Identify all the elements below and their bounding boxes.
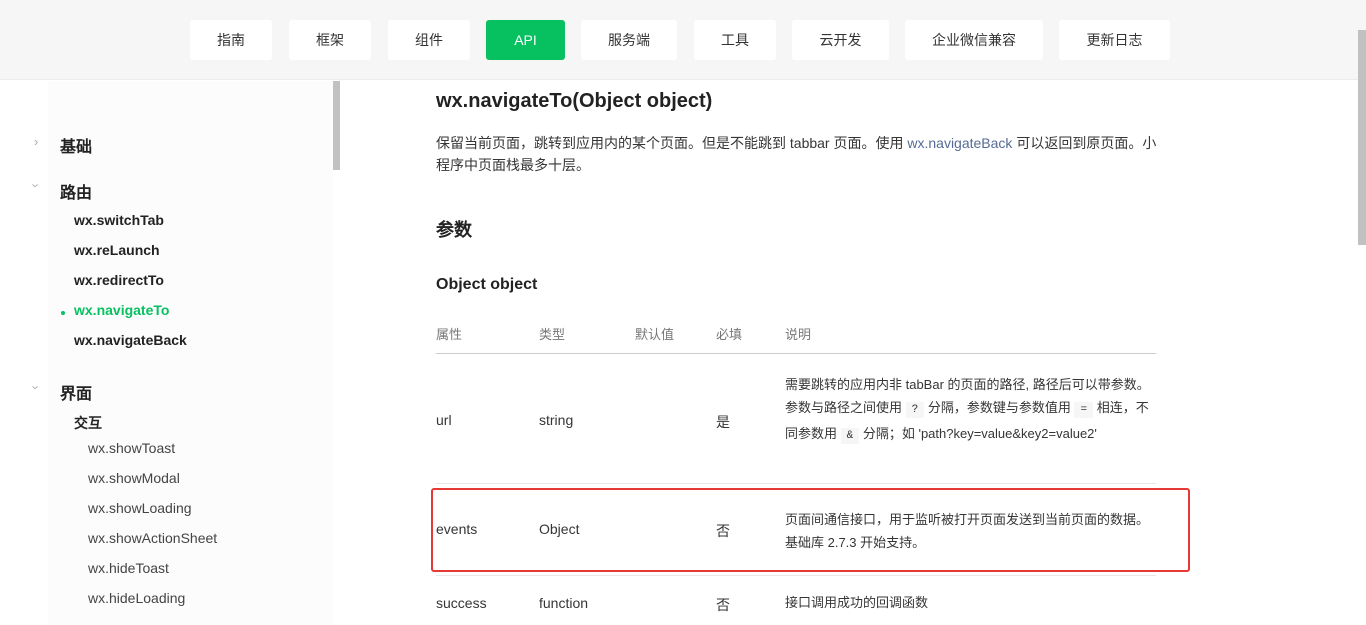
cell-name: success — [436, 595, 487, 611]
sidebar-item-navigateto[interactable]: wx.navigateTo — [74, 302, 169, 318]
sidebar-item-hideloading[interactable]: wx.hideLoading — [88, 590, 185, 606]
page-scrollbar[interactable] — [1358, 30, 1366, 245]
nav-components[interactable]: 组件 — [388, 20, 470, 60]
cell-required: 是 — [716, 414, 730, 430]
sidebar-item-showactionsheet[interactable]: wx.showActionSheet — [88, 530, 217, 546]
col-header-required: 必填 — [716, 327, 743, 342]
header-divider — [436, 353, 1156, 354]
active-dot-icon — [61, 311, 65, 315]
sidebar-item-showtoast[interactable]: wx.showToast — [88, 440, 175, 456]
sidebar-item-redirectto[interactable]: wx.redirectTo — [74, 272, 164, 288]
desc-text: 保留当前页面，跳转到应用内的某个页面。但是不能跳到 tabbar 页面。使用 — [436, 135, 908, 151]
nav-framework[interactable]: 框架 — [289, 20, 371, 60]
col-header-type: 类型 — [539, 327, 566, 342]
cell-description: 需要跳转的应用内非 tabBar 的页面的路径, 路径后可以带参数。参数与路径之… — [785, 373, 1160, 448]
chevron-down-icon[interactable]: › — [29, 385, 44, 389]
sidebar-subgroup-interaction[interactable]: 交互 — [74, 413, 102, 433]
sidebar-item-relaunch[interactable]: wx.reLaunch — [74, 242, 160, 258]
nav-api[interactable]: API — [486, 20, 565, 60]
code-snippet: = — [1074, 402, 1094, 418]
row-divider — [436, 575, 1156, 576]
sidebar-scrollbar[interactable] — [333, 81, 340, 170]
nav-guide[interactable]: 指南 — [190, 20, 272, 60]
code-snippet: & — [840, 428, 860, 444]
col-header-property: 属性 — [436, 327, 463, 342]
col-header-default: 默认值 — [635, 327, 675, 342]
sidebar-item-hidetoast[interactable]: wx.hideToast — [88, 560, 169, 576]
col-header-description: 说明 — [785, 327, 812, 342]
sidebar-item-showloading[interactable]: wx.showLoading — [88, 500, 192, 516]
nav-wecom[interactable]: 企业微信兼容 — [905, 20, 1043, 60]
cell-type: string — [539, 412, 574, 428]
nav-tools[interactable]: 工具 — [694, 20, 776, 60]
cell-description: 接口调用成功的回调函数 — [785, 595, 929, 610]
cell-type: function — [539, 595, 589, 611]
nav-server[interactable]: 服务端 — [581, 20, 677, 60]
code-snippet: ? — [905, 402, 925, 418]
chevron-down-icon[interactable]: › — [29, 183, 44, 187]
sidebar-group-basic[interactable]: 基础 — [60, 133, 92, 157]
sidebar-group-ui[interactable]: 界面 — [60, 380, 92, 404]
desc-text: 分隔，参数键与参数值用 — [924, 400, 1075, 415]
row-divider — [436, 483, 1156, 484]
sidebar-group-route[interactable]: 路由 — [60, 179, 92, 203]
chevron-right-icon[interactable]: › — [34, 134, 38, 149]
cell-name: url — [436, 412, 452, 428]
nav-cloud[interactable]: 云开发 — [792, 20, 889, 60]
top-nav: 指南 框架 组件 API 服务端 工具 云开发 企业微信兼容 更新日志 — [0, 0, 1366, 80]
navigateback-link[interactable]: wx.navigateBack — [907, 135, 1012, 151]
nav-changelog[interactable]: 更新日志 — [1059, 20, 1170, 60]
object-heading: Object object — [436, 276, 538, 293]
page-title: wx.navigateTo(Object object) — [436, 90, 713, 112]
params-heading: 参数 — [436, 220, 472, 240]
desc-text: 分隔；如 'path?key=value&key2=value2' — [859, 426, 1097, 441]
cell-required: 否 — [716, 597, 730, 613]
description: 保留当前页面，跳转到应用内的某个页面。但是不能跳到 tabbar 页面。使用 w… — [436, 132, 1166, 176]
highlight-box — [431, 488, 1190, 572]
sidebar-item-switchtab[interactable]: wx.switchTab — [74, 212, 164, 228]
sidebar-item-navigateback[interactable]: wx.navigateBack — [74, 332, 187, 348]
sidebar-item-showmodal[interactable]: wx.showModal — [88, 470, 180, 486]
